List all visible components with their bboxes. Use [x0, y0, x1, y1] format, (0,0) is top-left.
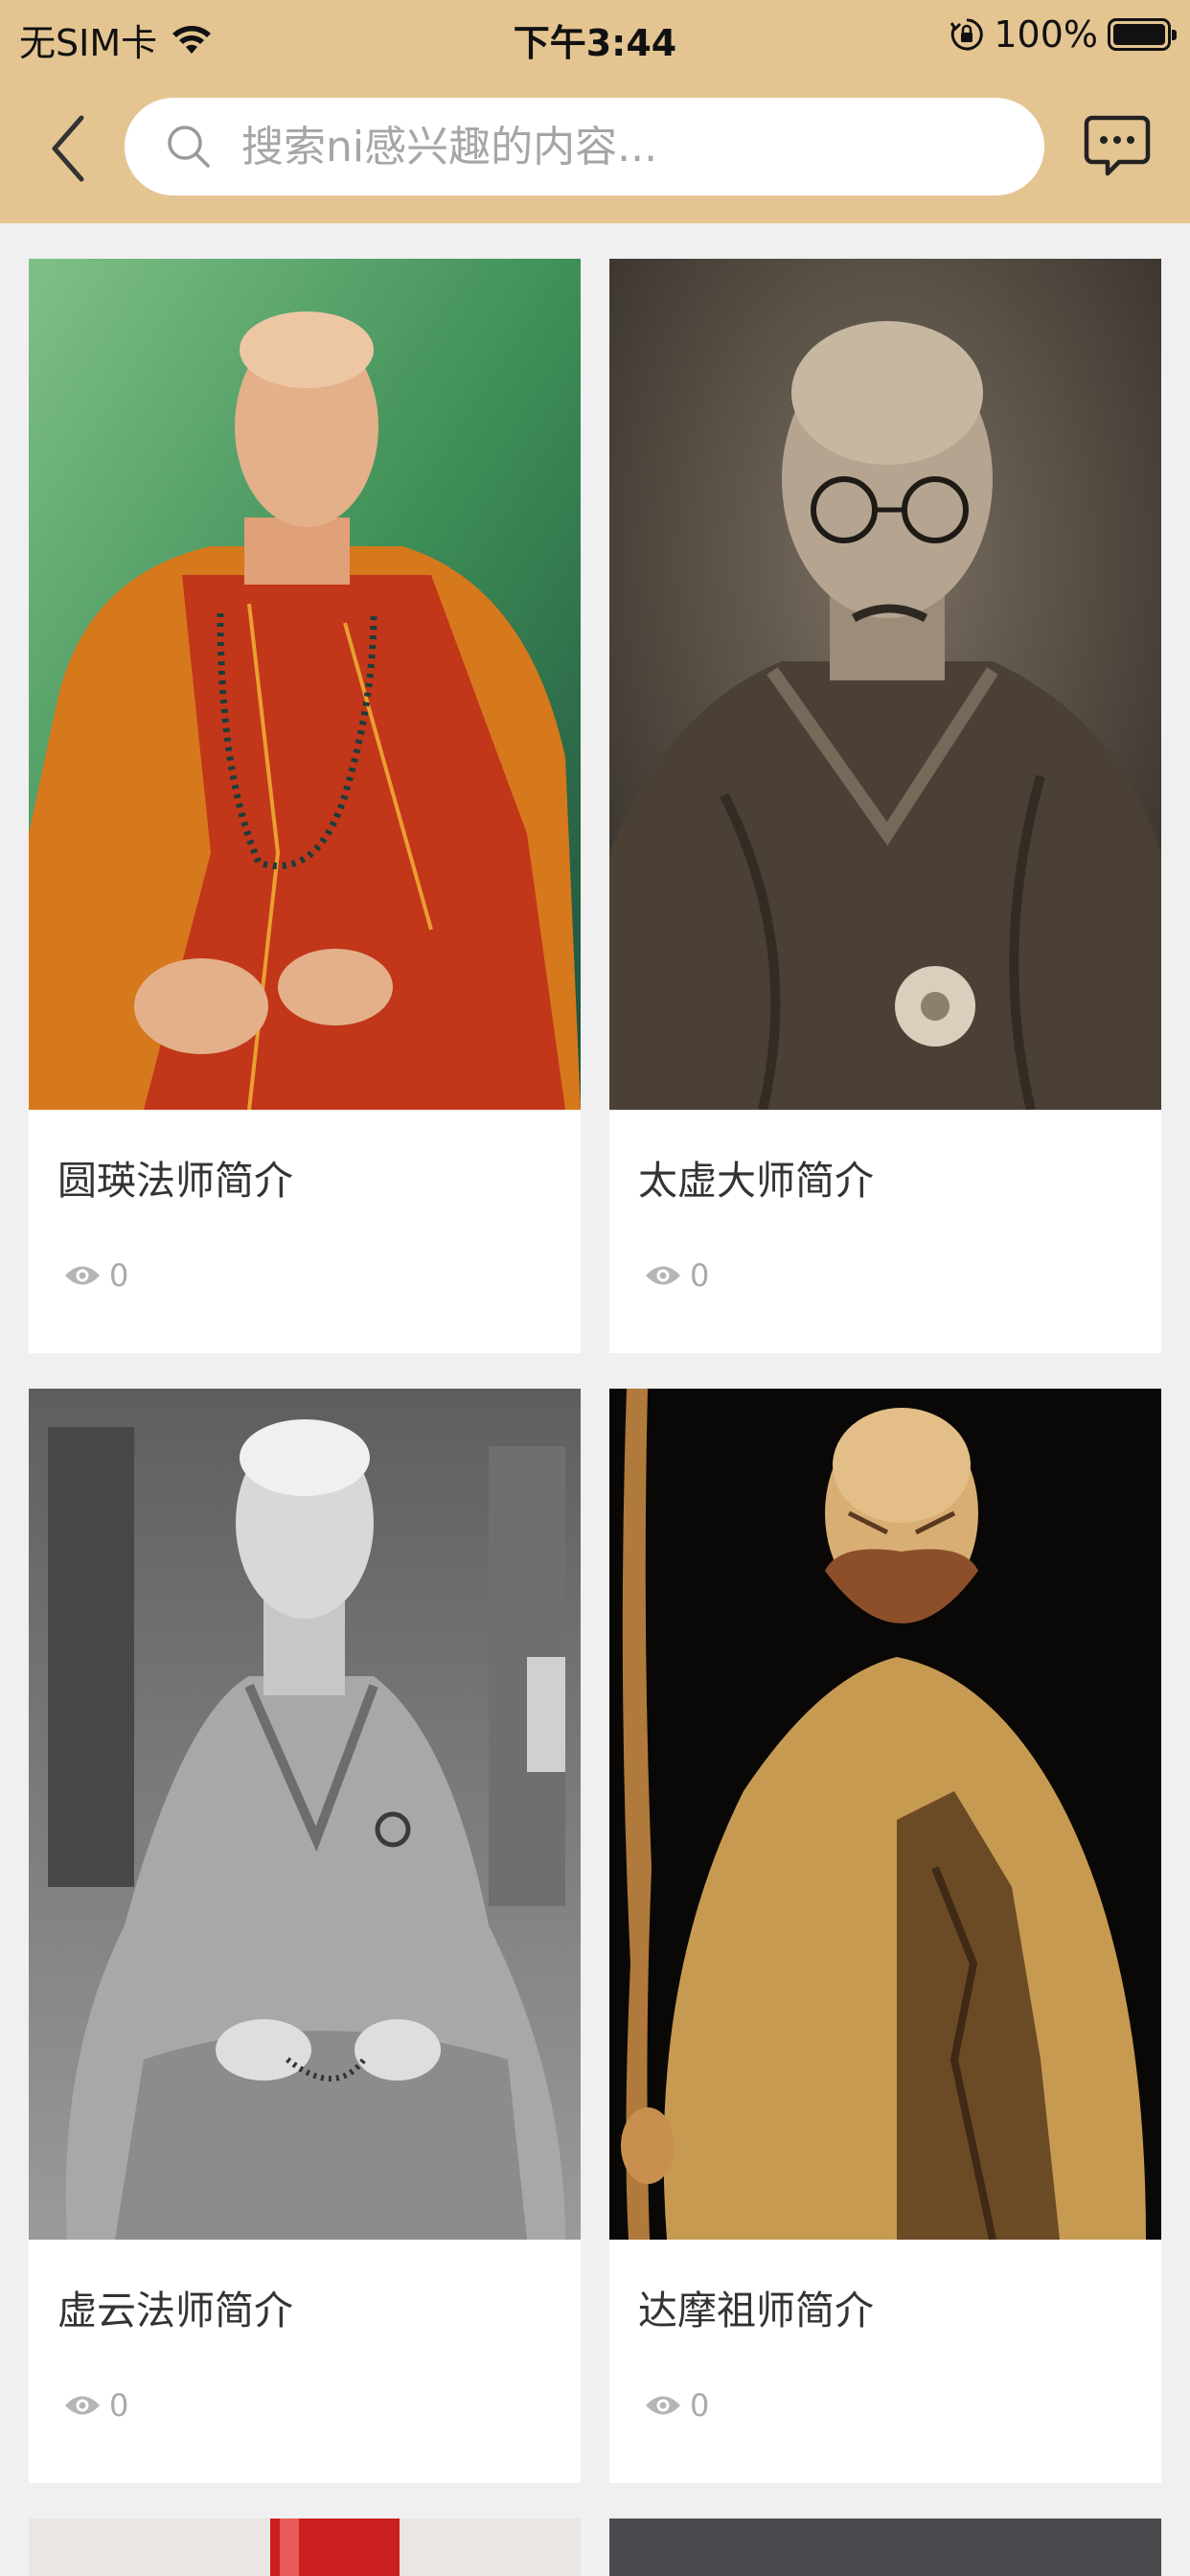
view-count-row: 0 — [644, 2387, 709, 2424]
article-card[interactable]: 圆瑛法师简介 0 — [29, 259, 581, 1353]
article-image — [609, 259, 1161, 1110]
chevron-left-icon — [52, 115, 84, 182]
search-bar[interactable] — [125, 98, 1044, 196]
eye-icon — [65, 1266, 100, 1285]
view-count: 0 — [690, 1257, 710, 1294]
rotation-lock-icon — [950, 18, 984, 51]
article-card[interactable]: 虚云法师简介 0 — [29, 1389, 581, 2483]
article-image — [609, 1389, 1161, 2240]
elderly-monk-bw-photo — [29, 1389, 581, 2240]
view-count: 0 — [109, 2387, 129, 2424]
article-card-partial[interactable] — [29, 2518, 581, 2576]
view-count-row: 0 — [644, 1257, 709, 1294]
status-right: 100% — [950, 13, 1177, 56]
article-card[interactable]: 太虚大师简介 0 — [609, 259, 1161, 1353]
view-count: 0 — [690, 2387, 710, 2424]
article-title: 达摩祖师简介 — [638, 2288, 874, 2334]
eye-icon — [646, 1266, 680, 1285]
article-image — [29, 259, 581, 1110]
message-button[interactable] — [1083, 112, 1152, 181]
battery-icon — [1108, 18, 1177, 51]
eye-icon — [646, 2396, 680, 2415]
battery-percent: 100% — [994, 13, 1098, 56]
battery-fill — [1113, 24, 1165, 45]
article-image — [29, 1389, 581, 2240]
app-header: 无SIM卡 下午3:44 100% — [0, 0, 1190, 223]
article-card[interactable]: 达摩祖师简介 0 — [609, 1389, 1161, 2483]
view-count-row: 0 — [63, 1257, 128, 1294]
back-button[interactable] — [36, 110, 100, 187]
view-count: 0 — [109, 1257, 129, 1294]
article-image — [609, 2518, 1161, 2576]
status-bar: 无SIM卡 下午3:44 100% — [0, 0, 1190, 72]
search-input[interactable] — [241, 122, 1008, 172]
monk-glasses-sepia-photo — [609, 259, 1161, 1110]
view-count-row: 0 — [63, 2387, 128, 2424]
eye-icon — [65, 2396, 100, 2415]
article-image — [29, 2518, 581, 2576]
bodhidharma-carving-photo — [609, 1389, 1161, 2240]
monk-orange-robe-photo — [29, 259, 581, 1110]
article-card-partial[interactable] — [609, 2518, 1161, 2576]
article-title: 圆瑛法师简介 — [57, 1158, 293, 1204]
search-icon — [168, 126, 210, 168]
article-title: 虚云法师简介 — [57, 2288, 293, 2334]
nav-bar — [0, 72, 1190, 223]
article-title: 太虚大师简介 — [638, 1158, 874, 1204]
